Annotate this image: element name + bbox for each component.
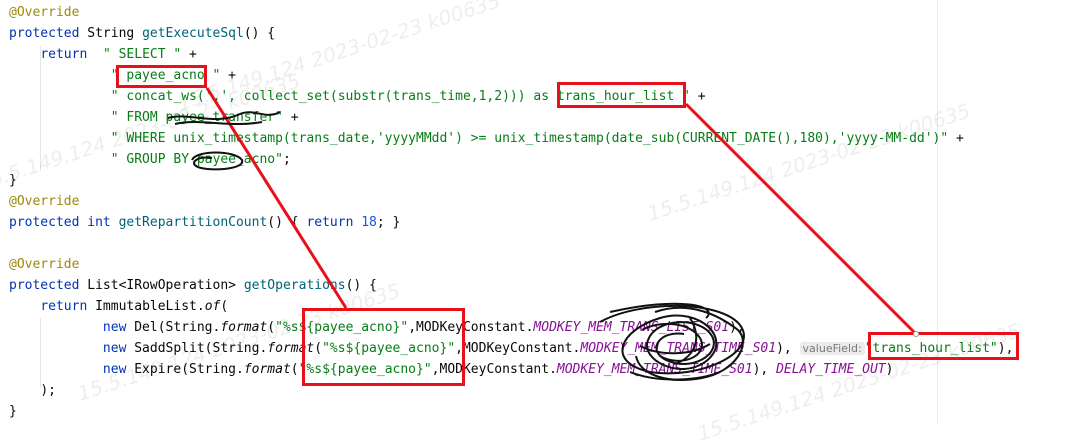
code-editor[interactable]: 15.5.149.124 2023-02-23 k00635 15.5.149.… bbox=[0, 0, 1067, 446]
connector-line bbox=[205, 87, 348, 309]
redaction-scribble bbox=[191, 151, 244, 171]
annotation-overlay bbox=[167, 87, 919, 381]
connector-handle bbox=[913, 331, 919, 337]
connector-line bbox=[684, 102, 918, 336]
redaction-scribble bbox=[599, 302, 745, 381]
